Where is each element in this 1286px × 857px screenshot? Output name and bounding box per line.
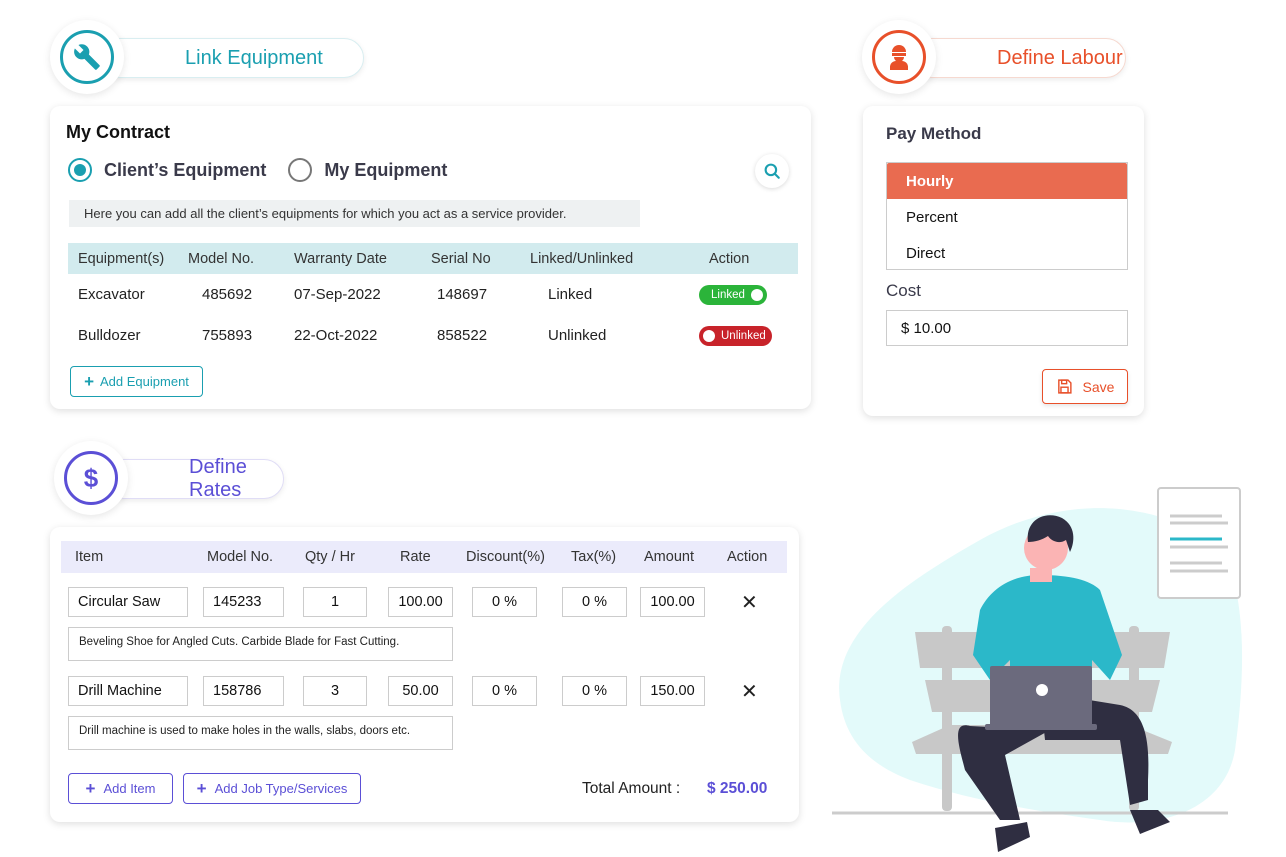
model-input[interactable]: 158786 — [203, 676, 284, 706]
column-header: Model No. — [207, 549, 274, 565]
add-equipment-button[interactable]: + Add Equipment — [70, 366, 203, 397]
column-header: Tax(%) — [571, 549, 617, 565]
radio-unselected-icon[interactable] — [288, 158, 313, 182]
total-amount-value: $ 250.00 — [707, 780, 768, 797]
document-icon — [1157, 487, 1241, 599]
tax-input[interactable]: 0 % — [562, 676, 627, 706]
item-description-input[interactable]: Beveling Shoe for Angled Cuts. Carbide B… — [68, 627, 453, 661]
equipment-type-radio-group: Client’s Equipment My Equipment — [68, 158, 447, 182]
discount-input[interactable]: 0 % — [472, 676, 537, 706]
search-button[interactable] — [755, 154, 789, 188]
column-header: Linked/Unlinked — [530, 243, 685, 274]
column-header: Rate — [400, 549, 431, 565]
qty-input[interactable]: 1 — [303, 587, 367, 617]
cost-input[interactable]: $ 10.00 — [886, 310, 1128, 346]
column-header: Item — [75, 549, 104, 565]
column-header: Equipment(s) — [68, 243, 188, 274]
delete-row-icon[interactable]: ✕ — [741, 590, 758, 615]
column-header: Serial No — [431, 243, 530, 274]
link-toggle[interactable]: Linked — [699, 284, 767, 305]
column-header: Qty / Hr — [305, 549, 355, 565]
toggle-knob — [703, 329, 715, 342]
table-header-row: Equipment(s) Model No. Warranty Date Ser… — [68, 243, 798, 274]
amount-input[interactable]: 150.00 — [640, 676, 705, 706]
save-icon — [1057, 379, 1072, 394]
model-input[interactable]: 145233 — [203, 587, 284, 617]
define-rates-title: Define Rates — [104, 456, 284, 501]
radio-selected-icon[interactable] — [68, 158, 92, 182]
link-equipment-title: Link Equipment — [100, 38, 364, 78]
tax-input[interactable]: 0 % — [562, 587, 627, 617]
save-button[interactable]: Save — [1042, 369, 1128, 404]
total-amount-label: Total Amount : — [582, 780, 681, 797]
qty-input[interactable]: 3 — [303, 676, 367, 706]
column-header: Discount(%) — [466, 549, 545, 565]
pay-option-hourly[interactable]: Hourly — [887, 163, 1127, 199]
plus-icon: + — [196, 778, 207, 798]
table-row: Bulldozer 755893 22-Oct-2022 858522 Unli… — [68, 315, 798, 356]
pay-option-direct[interactable]: Direct — [887, 235, 1127, 271]
radio-clients-equipment[interactable]: Client’s Equipment — [68, 158, 266, 182]
rate-input[interactable]: 50.00 — [388, 676, 453, 706]
amount-input[interactable]: 100.00 — [640, 587, 705, 617]
search-icon — [764, 163, 780, 179]
info-message: Here you can add all the client’s equipm… — [69, 200, 640, 227]
column-header: Warranty Date — [292, 243, 431, 274]
column-header: Model No. — [188, 243, 292, 274]
add-item-button[interactable]: + Add Item — [68, 773, 173, 804]
delete-row-icon[interactable]: ✕ — [741, 679, 758, 704]
define-labour-card: Pay Method Hourly Percent Direct Cost $ … — [863, 106, 1144, 416]
define-labour-title: Define Labour — [912, 38, 1126, 78]
radio-my-equipment[interactable]: My Equipment — [288, 158, 447, 182]
link-toggle[interactable]: Unlinked — [699, 325, 772, 346]
discount-input[interactable]: 0 % — [472, 587, 537, 617]
rates-table-header: Item Model No. Qty / Hr Rate Discount(%)… — [61, 541, 787, 573]
define-rates-card: Item Model No. Qty / Hr Rate Discount(%)… — [50, 527, 799, 822]
pay-method-label: Pay Method — [886, 124, 982, 143]
my-contract-card: My Contract Client’s Equipment My Equipm… — [50, 106, 811, 409]
person-on-bench-illustration — [832, 487, 1243, 852]
equipment-table: Equipment(s) Model No. Warranty Date Ser… — [68, 243, 798, 356]
column-header: Amount — [644, 549, 694, 565]
status-linked: Linked — [548, 286, 593, 303]
toggle-knob — [750, 288, 763, 301]
table-row: Excavator 485692 07-Sep-2022 148697 Link… — [68, 274, 798, 315]
worker-icon — [872, 30, 926, 84]
item-name-input[interactable]: Circular Saw — [68, 587, 188, 617]
item-description-input[interactable]: Drill machine is used to make holes in t… — [68, 716, 453, 750]
item-name-input[interactable]: Drill Machine — [68, 676, 188, 706]
add-job-type-button[interactable]: + Add Job Type/Services — [183, 773, 361, 804]
pay-option-percent[interactable]: Percent — [887, 199, 1127, 235]
column-header: Action — [685, 243, 798, 274]
cost-label: Cost — [886, 281, 921, 300]
dollar-icon: $ — [64, 451, 118, 505]
card-title: My Contract — [66, 122, 171, 142]
wrench-icon — [60, 30, 114, 84]
column-header: Action — [727, 549, 768, 565]
plus-icon: + — [84, 371, 95, 391]
rate-input[interactable]: 100.00 — [388, 587, 453, 617]
pay-method-list: Hourly Percent Direct — [886, 162, 1128, 270]
plus-icon: + — [85, 778, 96, 798]
status-unlinked: Unlinked — [548, 327, 607, 344]
